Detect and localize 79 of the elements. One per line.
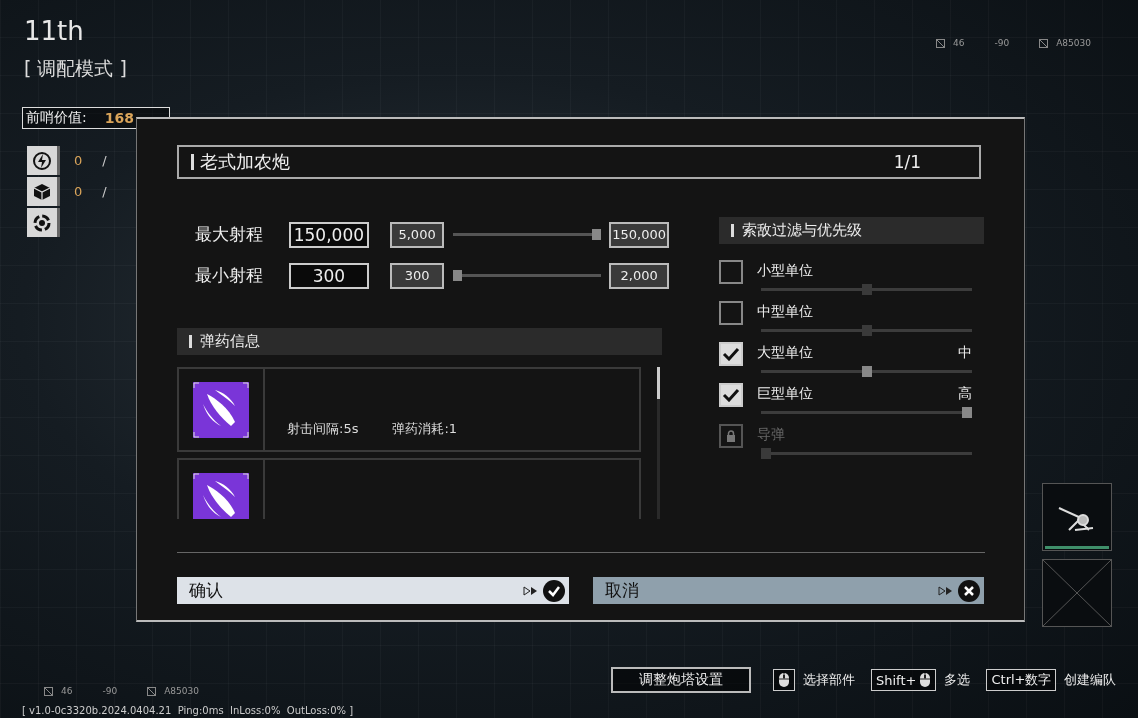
separator-slash: / [102, 184, 107, 199]
ring-icon [32, 212, 52, 233]
unit-type-label: 巨型单位 [757, 385, 813, 403]
unit-type-label: 导弹 [757, 426, 785, 444]
outpost-value-label: 前哨价值: [26, 109, 87, 127]
section-title: 索敌过滤与优先级 [742, 221, 862, 240]
cube-icon [32, 181, 52, 202]
title-marker [191, 154, 194, 170]
range-max-value: 2,000 [609, 262, 669, 289]
padlock-icon [726, 430, 736, 442]
lightning-icon [32, 150, 52, 171]
scrollbar-thumb[interactable] [657, 367, 660, 399]
range-label: 最小射程 [195, 264, 264, 287]
health-bar [1045, 546, 1109, 549]
turret-counter: 1/1 [893, 152, 921, 172]
version-info: [ v1.0-0c3320b.2024.0404.21 Ping:0ms InLoss:0% OutLoss:0% ] [22, 705, 354, 716]
adjust-turret-button[interactable]: 调整炮塔设置 [611, 667, 751, 693]
coordinate-label: -90 [994, 38, 1010, 48]
coordinate-label: 46 [953, 38, 965, 48]
slashed-square-icon [1039, 38, 1049, 48]
empty-slot-cross-icon [1043, 560, 1111, 626]
checkmark-icon [722, 388, 740, 402]
coordinate-label: 46 [61, 686, 73, 696]
slider-thumb[interactable] [592, 229, 602, 240]
checkbox[interactable] [719, 342, 743, 366]
resource-count: 0 [74, 184, 83, 199]
range-max-value: 150,000 [609, 221, 669, 248]
control-hint: 多选 [944, 671, 971, 689]
play-arrows-icon [938, 585, 954, 596]
cancel-button[interactable]: 取消 [592, 577, 984, 604]
rank-label: 11th [24, 16, 84, 46]
close-icon [958, 579, 980, 602]
confirm-button[interactable]: 确认 [177, 577, 569, 604]
mouse-icon [919, 672, 932, 688]
checkmark-icon [722, 347, 740, 361]
control-hint: 创建编队 [1064, 671, 1117, 689]
unit-type-label: 小型单位 [757, 262, 813, 280]
range-input-field[interactable]: 150,000 [288, 221, 370, 248]
key-label: Ctrl+数字 [991, 671, 1052, 689]
slider-thumb[interactable] [452, 270, 462, 281]
resource-count: 0 [74, 153, 83, 168]
priority-slider-thumb[interactable] [861, 366, 872, 377]
ammo-stat: 弹药消耗:1 [392, 420, 458, 438]
rocket-icon [193, 381, 249, 438]
ammo-stat: 射击间隔:5s [287, 420, 359, 438]
rocket-icon [193, 472, 249, 519]
ammo-card[interactable] [177, 458, 641, 519]
key-label: Shift+ [876, 672, 917, 688]
outpost-value: 168 [104, 110, 134, 126]
slashed-square-icon [44, 686, 53, 696]
slashed-square-icon [147, 686, 157, 696]
ammo-card[interactable]: 射击间隔:5s 弹药消耗:1 [177, 367, 641, 452]
unit-type-label: 大型单位 [757, 344, 813, 362]
range-input-field[interactable]: 300 [288, 262, 370, 289]
turret-name: 老式加农炮 [200, 150, 290, 174]
unit-type-label: 中型单位 [757, 303, 813, 321]
priority-label: 中 [958, 344, 972, 362]
section-marker [189, 335, 192, 348]
range-min-value: 300 [390, 262, 444, 289]
section-title: 弹药信息 [200, 332, 260, 351]
checkbox[interactable] [719, 301, 743, 325]
priority-label: 高 [958, 385, 972, 403]
separator-slash: / [102, 153, 107, 168]
coordinate-label: A85030 [1056, 38, 1091, 48]
range-label: 最大射程 [195, 223, 264, 246]
unit-slot[interactable] [1042, 483, 1112, 551]
slashed-square-icon [936, 38, 945, 48]
coordinate-label: -90 [102, 686, 118, 696]
checkmark-circle-icon [542, 579, 565, 602]
play-arrows-icon [522, 585, 539, 596]
priority-slider-thumb[interactable] [962, 407, 972, 418]
checkbox[interactable] [719, 260, 743, 284]
checkbox[interactable] [719, 383, 743, 407]
control-hint: 选择部件 [803, 671, 855, 689]
coordinate-label: A85030 [164, 686, 199, 696]
mode-label: [ 调配模式 ] [24, 56, 127, 81]
mouse-icon [778, 672, 790, 688]
range-min-value: 5,000 [390, 221, 444, 248]
section-marker [731, 224, 734, 237]
